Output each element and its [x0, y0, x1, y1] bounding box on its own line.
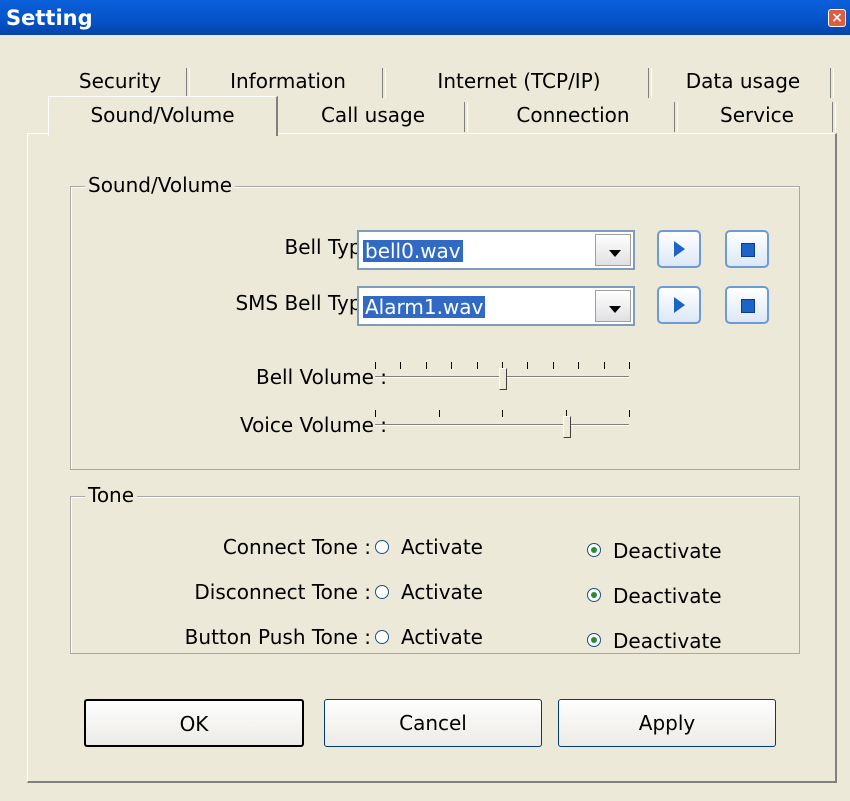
tab-call-usage[interactable]: Call usage [278, 98, 468, 132]
tab-label: Security [78, 69, 162, 93]
tab-service[interactable]: Service [678, 98, 836, 132]
bell-volume-slider[interactable] [371, 354, 633, 394]
connect-tone-activate-radio[interactable] [375, 540, 389, 554]
tab-label: Service [720, 103, 794, 127]
bell-stop-button[interactable] [725, 230, 769, 268]
tab-panel: Sound/Volume Bell Type : bell0.wav SMS B… [27, 133, 837, 783]
sms-bell-type-select[interactable]: Alarm1.wav [357, 286, 635, 326]
slider-tick [438, 410, 440, 417]
voice-volume-label: Voice Volume : [239, 413, 387, 437]
tab-sound-volume[interactable]: Sound/Volume [48, 96, 278, 136]
ok-button[interactable]: OK [84, 699, 304, 747]
stop-icon [741, 299, 755, 313]
play-icon [674, 297, 685, 313]
button-push-tone-activate-radio[interactable] [375, 630, 389, 644]
sms-bell-stop-button[interactable] [725, 286, 769, 324]
button-push-tone-label: Button Push Tone : [184, 625, 371, 649]
slider-tick [629, 410, 630, 417]
slider-tick [527, 362, 529, 369]
tab-label: Internet (TCP/IP) [437, 69, 601, 93]
connect-tone-deactivate-label[interactable]: Deactivate [613, 539, 722, 563]
slider-tick [629, 362, 630, 369]
slider-tick [451, 362, 453, 369]
stop-icon [741, 243, 755, 257]
sms-bell-type-value: Alarm1.wav [363, 295, 486, 319]
connect-tone-activate-label[interactable]: Activate [401, 535, 483, 559]
tab-label: Call usage [320, 103, 426, 127]
slider-tick [603, 362, 605, 369]
tab-connection[interactable]: Connection [468, 98, 678, 132]
tab-data-usage[interactable]: Data usage [652, 64, 834, 98]
disconnect-tone-label: Disconnect Tone : [194, 580, 371, 604]
slider-tick [400, 362, 402, 369]
slider-thumb[interactable] [562, 416, 571, 438]
tone-legend: Tone [85, 483, 138, 507]
chevron-down-icon[interactable] [595, 234, 631, 266]
slider-tick [375, 410, 376, 417]
disconnect-tone-deactivate-label[interactable]: Deactivate [613, 584, 722, 608]
slider-tick [552, 362, 554, 369]
tab-security[interactable]: Security [50, 64, 190, 98]
slider-thumb[interactable] [499, 368, 507, 390]
window-title: Setting [6, 6, 93, 30]
tab-label: Connection [516, 103, 630, 127]
button-push-tone-deactivate-label[interactable]: Deactivate [613, 629, 722, 653]
bell-play-button[interactable] [657, 230, 701, 268]
slider-track [375, 424, 629, 426]
disconnect-tone-activate-radio[interactable] [375, 585, 389, 599]
tab-label: Information [230, 69, 346, 93]
connect-tone-label: Connect Tone : [222, 535, 371, 559]
apply-button[interactable]: Apply [558, 699, 776, 747]
sound-volume-legend: Sound/Volume [85, 173, 236, 197]
tab-label: Data usage [685, 69, 801, 93]
slider-tick [476, 362, 478, 369]
bell-type-select[interactable]: bell0.wav [357, 230, 635, 270]
disconnect-tone-activate-label[interactable]: Activate [401, 580, 483, 604]
slider-tick [425, 362, 427, 369]
chevron-down-icon[interactable] [595, 290, 631, 322]
cancel-button[interactable]: Cancel [324, 699, 542, 747]
bell-volume-label: Bell Volume : [256, 365, 387, 389]
slider-tick [502, 410, 503, 417]
voice-volume-slider[interactable] [371, 402, 633, 442]
button-push-tone-deactivate-radio[interactable] [587, 633, 601, 647]
tab-internet-tcp-ip[interactable]: Internet (TCP/IP) [386, 64, 652, 98]
slider-tick [578, 362, 580, 369]
bell-type-value: bell0.wav [363, 239, 463, 263]
tab-label: Sound/Volume [90, 103, 235, 127]
tab-information[interactable]: Information [190, 64, 386, 98]
slider-tick [375, 362, 376, 369]
play-icon [674, 241, 685, 257]
sms-bell-play-button[interactable] [657, 286, 701, 324]
close-icon[interactable]: × [828, 9, 846, 27]
connect-tone-deactivate-radio[interactable] [587, 543, 601, 557]
disconnect-tone-deactivate-radio[interactable] [587, 588, 601, 602]
title-bar: Setting × [0, 0, 850, 35]
tone-group: Tone Connect Tone : Activate Deactivate … [70, 483, 800, 654]
sound-volume-group: Sound/Volume Bell Type : bell0.wav SMS B… [70, 173, 800, 470]
button-push-tone-activate-label[interactable]: Activate [401, 625, 483, 649]
